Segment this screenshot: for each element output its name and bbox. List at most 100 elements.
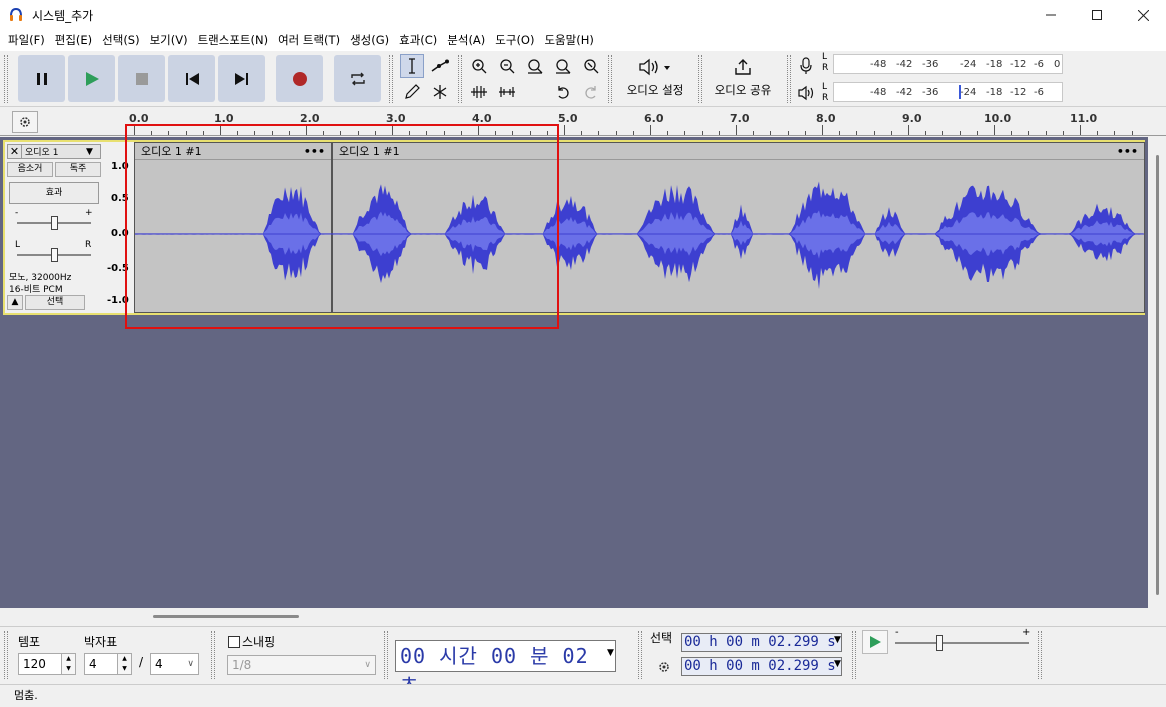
snap-select[interactable]: 1/8 ∨ xyxy=(227,655,376,675)
menu-help[interactable]: 도움말(H) xyxy=(539,30,598,51)
selection-tool[interactable] xyxy=(400,54,424,78)
toolbar-grip[interactable] xyxy=(1038,631,1042,679)
track-area[interactable]: ✕ 오디오 1 ▼ 음소거 독주 효과 - + L R 모노, 32000Hz … xyxy=(0,137,1148,608)
envelope-tool[interactable] xyxy=(428,54,452,78)
menu-edit[interactable]: 편집(E) xyxy=(50,30,97,51)
toolbar-grip[interactable] xyxy=(4,55,8,103)
clip-menu-icon[interactable]: ••• xyxy=(1117,143,1138,160)
toolbar-grip[interactable] xyxy=(698,55,702,103)
menu-tracks[interactable]: 여러 트랙(T) xyxy=(273,30,345,51)
audio-setup-button[interactable]: 오디오 설정 xyxy=(618,54,692,102)
playback-meter[interactable]: -48 -42 -36 -24 -18 -12 -6 xyxy=(833,82,1063,102)
collapse-track-icon[interactable]: ▲ xyxy=(7,295,23,310)
toolbar-grip[interactable] xyxy=(608,55,612,103)
toolbar-grip[interactable] xyxy=(638,631,642,679)
toolbar-grip[interactable] xyxy=(4,631,8,679)
vertical-scroll-thumb[interactable] xyxy=(1156,155,1159,595)
timeline-ruler[interactable]: 0.0 1.0 2.0 3.0 4.0 5.0 6.0 7.0 8.0 9.0 … xyxy=(0,108,1166,136)
toolbar-grip[interactable] xyxy=(384,631,388,679)
share-audio-button[interactable]: 오디오 공유 xyxy=(706,54,780,102)
mute-button[interactable]: 음소거 xyxy=(7,162,53,177)
menu-analyze[interactable]: 분석(A) xyxy=(442,30,490,51)
play-button[interactable] xyxy=(68,55,115,102)
menu-generate[interactable]: 생성(G) xyxy=(345,30,394,51)
multi-tool[interactable] xyxy=(428,80,452,104)
gain-slider-thumb[interactable] xyxy=(51,216,58,230)
horizontal-scroll-thumb[interactable] xyxy=(153,615,299,618)
track-name-menu[interactable]: 오디오 1 xyxy=(22,145,86,158)
audio-track[interactable]: ✕ 오디오 1 ▼ 음소거 독주 효과 - + L R 모노, 32000Hz … xyxy=(3,140,1145,315)
minimize-button[interactable] xyxy=(1028,0,1074,30)
play-meter-l: L xyxy=(822,82,828,92)
toolbar-grip[interactable] xyxy=(458,55,462,103)
clip-header[interactable]: 오디오 1 #1 ••• xyxy=(333,143,1144,160)
menu-file[interactable]: 파일(F) xyxy=(3,30,50,51)
redo-button[interactable] xyxy=(579,80,603,104)
waveform[interactable] xyxy=(135,159,1144,312)
solo-button[interactable]: 독주 xyxy=(55,162,101,177)
time-display[interactable]: 00 시간 00 분 02 초 xyxy=(395,640,616,698)
menu-effect[interactable]: 효과(C) xyxy=(394,30,442,51)
recording-meter[interactable]: -48 -42 -36 -24 -18 -12 -6 0 xyxy=(833,54,1063,74)
snap-checkbox-row[interactable]: 스내핑 xyxy=(228,633,275,650)
record-button[interactable] xyxy=(276,55,323,102)
skip-to-start-button[interactable] xyxy=(168,55,215,102)
close-track-icon[interactable]: ✕ xyxy=(8,145,22,158)
zoom-out-button[interactable] xyxy=(495,54,519,78)
effects-button[interactable]: 효과 xyxy=(9,182,99,204)
close-button[interactable] xyxy=(1120,0,1166,30)
i-beam-icon xyxy=(409,58,415,74)
pan-slider-thumb[interactable] xyxy=(51,248,58,262)
play-at-speed-button[interactable] xyxy=(862,630,888,654)
toolbar-grip[interactable] xyxy=(389,55,393,103)
selection-end-dropdown-icon[interactable]: ▼ xyxy=(834,659,841,669)
time-signature-numerator[interactable]: 4 ▲ ▼ xyxy=(84,653,132,675)
maximize-button[interactable] xyxy=(1074,0,1120,30)
selection-options-button[interactable] xyxy=(654,657,674,677)
clip-menu-icon[interactable]: ••• xyxy=(304,143,325,160)
toolbar-grip[interactable] xyxy=(852,631,856,679)
play-speed-thumb[interactable] xyxy=(936,635,943,651)
vertical-scrollbar[interactable] xyxy=(1148,137,1166,608)
speaker-icon[interactable] xyxy=(797,85,817,101)
toolbar-grip[interactable] xyxy=(787,55,791,103)
undo-button[interactable] xyxy=(551,80,575,104)
zoom-toggle-button[interactable] xyxy=(579,54,603,78)
silence-button[interactable] xyxy=(495,80,519,104)
selection-start-dropdown-icon[interactable]: ▼ xyxy=(834,635,841,645)
horizontal-scrollbar[interactable] xyxy=(0,608,1166,626)
ruler-tick xyxy=(908,125,909,135)
zoom-in-button[interactable] xyxy=(467,54,491,78)
time-format-dropdown-icon[interactable]: ▼ xyxy=(607,648,614,658)
fit-selection-button[interactable] xyxy=(523,54,547,78)
tempo-input[interactable]: 120 ▲ ▼ xyxy=(18,653,76,675)
loop-button[interactable] xyxy=(334,55,381,102)
toolbar-grip[interactable] xyxy=(211,631,215,679)
stop-button[interactable] xyxy=(118,55,165,102)
snap-checkbox[interactable] xyxy=(228,635,240,648)
time-sig-spin-icon[interactable]: ▲ ▼ xyxy=(117,654,131,674)
menu-transport[interactable]: 트랜스포트(N) xyxy=(193,30,273,51)
timeline-options-button[interactable] xyxy=(12,111,38,133)
track-menu-arrow-icon[interactable]: ▼ xyxy=(86,147,100,157)
menu-select[interactable]: 선택(S) xyxy=(97,30,144,51)
ruler-tick xyxy=(856,131,858,135)
select-track-button[interactable]: 선택 xyxy=(25,295,85,310)
menu-view[interactable]: 보기(V) xyxy=(145,30,193,51)
selection-start-time[interactable]: 00 h 00 m 02.299 s xyxy=(681,633,842,652)
tempo-spin-icon[interactable]: ▲ ▼ xyxy=(61,654,75,674)
skip-to-end-button[interactable] xyxy=(218,55,265,102)
time-signature-denominator[interactable]: 4 ∨ xyxy=(150,653,199,675)
microphone-icon[interactable] xyxy=(799,57,813,75)
draw-tool[interactable] xyxy=(400,80,424,104)
fit-project-button[interactable] xyxy=(551,54,575,78)
menu-tools[interactable]: 도구(O) xyxy=(490,30,539,51)
pause-button[interactable] xyxy=(18,55,65,102)
clip-header[interactable]: 오디오 1 #1 ••• xyxy=(135,143,331,160)
ruler-tick xyxy=(615,131,617,135)
play-speed-slider[interactable] xyxy=(895,642,1029,644)
vertical-scale[interactable]: 1.0 0.5 0.0 -0.5 -1.0 xyxy=(103,142,133,313)
meter-tick: -12 xyxy=(1010,59,1027,70)
trim-button[interactable] xyxy=(467,80,491,104)
selection-end-time[interactable]: 00 h 00 m 02.299 s xyxy=(681,657,842,676)
